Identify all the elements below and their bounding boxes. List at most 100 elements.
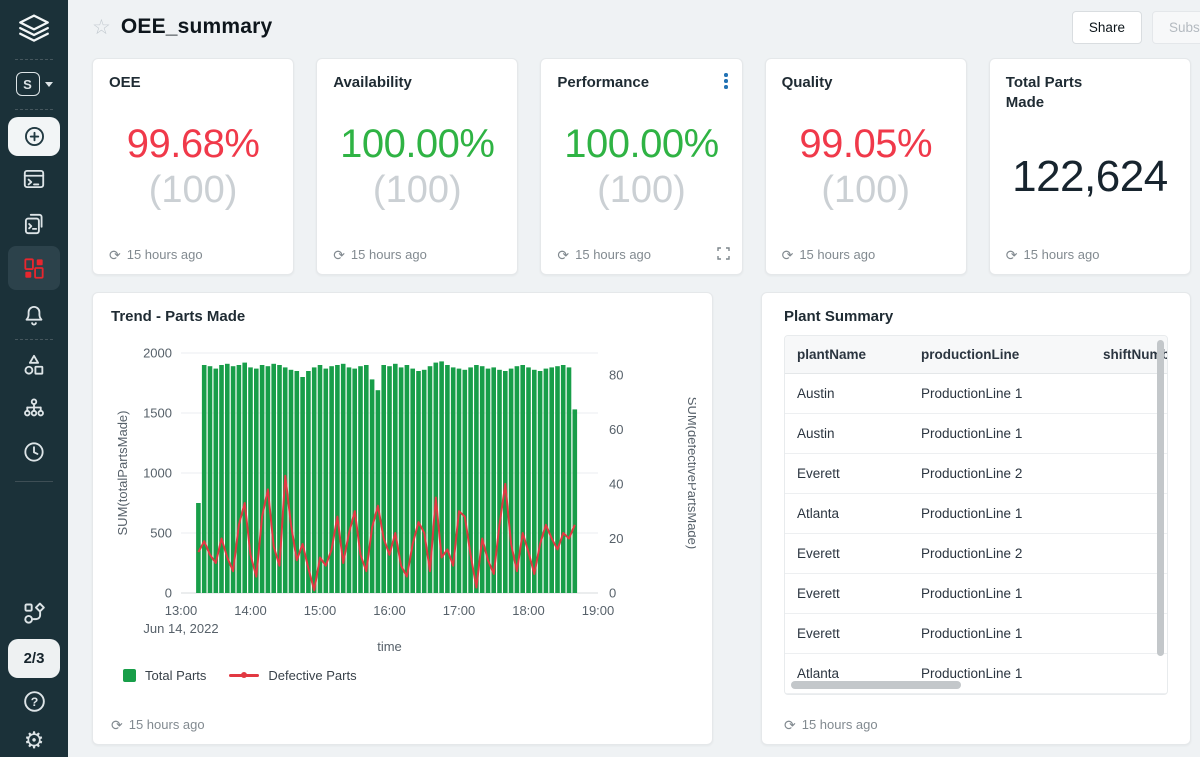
share-button[interactable]: Share bbox=[1072, 11, 1142, 44]
table-row: AustinProductionLine 1 bbox=[785, 373, 1167, 413]
table-cell bbox=[1091, 493, 1167, 533]
kpi-card-availability: Availability 100.00% (100) ⟳ 15 hours ag… bbox=[316, 58, 518, 275]
svg-text:?: ? bbox=[30, 695, 38, 709]
table-cell bbox=[1091, 453, 1167, 493]
table-header-row: plantNameproductionLineshiftNumber bbox=[785, 336, 1167, 374]
kpi-card-total-parts-made: Total Parts Made 122,624 ⟳ 15 hours ago bbox=[989, 58, 1191, 275]
refresh-status: ⟳ 15 hours ago bbox=[111, 717, 694, 732]
svg-text:16:00: 16:00 bbox=[373, 603, 406, 618]
sidebar-item-dashboards-active[interactable] bbox=[0, 246, 68, 290]
workspace-switcher[interactable]: S bbox=[0, 72, 68, 96]
svg-text:2000: 2000 bbox=[143, 345, 172, 360]
refresh-text: 15 hours ago bbox=[129, 717, 205, 732]
kpi-value: 100.00% bbox=[564, 122, 718, 167]
refresh-text: 15 hours ago bbox=[802, 717, 878, 732]
legend-label: Total Parts bbox=[145, 668, 206, 683]
plant-summary-table: plantNameproductionLineshiftNumber Austi… bbox=[784, 335, 1168, 695]
legend-label: Defective Parts bbox=[268, 668, 356, 683]
sidebar-item-settings[interactable]: ⚙ bbox=[0, 728, 68, 752]
table-cell: Atlanta bbox=[785, 493, 909, 533]
sidebar-item-data[interactable] bbox=[0, 352, 68, 378]
table-cell: ProductionLine 1 bbox=[909, 613, 1091, 653]
table-cell bbox=[1091, 613, 1167, 653]
kpi-value-block: 99.05% (100) bbox=[782, 87, 950, 248]
vertical-scrollbar[interactable] bbox=[1157, 340, 1164, 656]
kpi-card-performance: Performance 100.00% (100) ⟳ 15 hours ago bbox=[540, 58, 742, 275]
kpi-value: 99.05% bbox=[799, 122, 932, 167]
favorite-star-icon[interactable]: ☆ bbox=[92, 15, 111, 40]
svg-text:18:00: 18:00 bbox=[512, 603, 545, 618]
refresh-icon: ⟳ bbox=[784, 718, 796, 732]
bell-icon bbox=[21, 302, 47, 328]
refresh-icon: ⟳ bbox=[782, 248, 794, 262]
table-cell bbox=[1091, 533, 1167, 573]
page-indicator[interactable]: 2/3 bbox=[0, 639, 68, 678]
legend-item-total-parts[interactable]: Total Parts bbox=[123, 668, 206, 683]
refresh-icon: ⟳ bbox=[111, 718, 123, 732]
partner-connect-icon bbox=[21, 600, 48, 627]
refresh-text: 15 hours ago bbox=[1024, 247, 1100, 262]
sidebar-divider bbox=[15, 109, 53, 110]
kpi-card-quality: Quality 99.05% (100) ⟳ 15 hours ago bbox=[765, 58, 967, 275]
sidebar-item-alerts[interactable] bbox=[0, 302, 68, 328]
subscribe-button[interactable]: Subscribe bbox=[1152, 11, 1200, 44]
clock-icon bbox=[21, 439, 47, 465]
sidebar-item-help[interactable]: ? bbox=[0, 688, 68, 715]
sidebar-divider bbox=[15, 59, 53, 60]
kpi-value: 99.68% bbox=[127, 122, 260, 167]
horizontal-scrollbar[interactable] bbox=[791, 681, 961, 689]
table-row: AtlantaProductionLine 1 bbox=[785, 493, 1167, 533]
sidebar-item-queries[interactable] bbox=[0, 211, 68, 237]
sidebar-item-sql-editor[interactable] bbox=[0, 166, 68, 192]
chart-title: Trend - Parts Made bbox=[111, 307, 694, 327]
table-column-header: productionLine bbox=[909, 336, 1091, 374]
table-title: Plant Summary bbox=[784, 307, 1168, 327]
kpi-value-block: 100.00% (100) bbox=[557, 87, 725, 248]
table-cell: Everett bbox=[785, 533, 909, 573]
trend-chart[interactable]: 050010001500200002040608013:0014:0015:00… bbox=[111, 341, 694, 660]
legend-item-defective-parts[interactable]: Defective Parts bbox=[229, 668, 356, 683]
page-indicator-badge: 2/3 bbox=[8, 639, 60, 678]
expand-icon[interactable] bbox=[717, 247, 730, 260]
table-row: EverettProductionLine 2 bbox=[785, 533, 1167, 573]
table-cell: Austin bbox=[785, 373, 909, 413]
kpi-value-block: 122,624 bbox=[1006, 106, 1174, 247]
refresh-status: ⟳ 15 hours ago bbox=[109, 247, 277, 262]
sidebar-divider bbox=[15, 481, 53, 482]
main-content: ☆ OEE_summary Share Subscribe OEE 99.68%… bbox=[68, 0, 1200, 745]
refresh-text: 15 hours ago bbox=[799, 247, 875, 262]
sql-editor-icon bbox=[21, 166, 47, 192]
plant-summary-card: Plant Summary plantNameproductionLineshi… bbox=[761, 292, 1191, 745]
sidebar-item-query-history[interactable] bbox=[0, 439, 68, 465]
svg-text:60: 60 bbox=[609, 421, 623, 436]
table-cell: Everett bbox=[785, 453, 909, 493]
refresh-icon: ⟳ bbox=[557, 248, 569, 262]
kpi-row: OEE 99.68% (100) ⟳ 15 hours ago Availabi… bbox=[92, 58, 1191, 275]
table-row: EverettProductionLine 1 bbox=[785, 613, 1167, 653]
refresh-status: ⟳ 15 hours ago bbox=[1006, 247, 1174, 262]
kpi-value-block: 100.00% (100) bbox=[333, 87, 501, 248]
databricks-logo-icon[interactable] bbox=[0, 10, 68, 50]
kebab-menu-icon[interactable] bbox=[722, 71, 730, 91]
create-button[interactable] bbox=[0, 117, 68, 156]
kpi-value-block: 99.68% (100) bbox=[109, 87, 277, 248]
refresh-status: ⟳ 15 hours ago bbox=[784, 717, 1168, 732]
table-cell bbox=[1091, 653, 1167, 693]
trend-chart-svg[interactable]: 050010001500200002040608013:0014:0015:00… bbox=[111, 341, 696, 655]
refresh-text: 15 hours ago bbox=[351, 247, 427, 262]
table-cell bbox=[1091, 573, 1167, 613]
table-cell: ProductionLine 1 bbox=[909, 573, 1091, 613]
svg-text:SUM(totalPartsMade): SUM(totalPartsMade) bbox=[115, 410, 130, 535]
svg-text:500: 500 bbox=[150, 525, 172, 540]
sidebar-item-workflows[interactable] bbox=[0, 396, 68, 422]
workspace-badge: S bbox=[16, 72, 40, 96]
page-title: OEE_summary bbox=[121, 15, 273, 39]
help-icon: ? bbox=[21, 688, 48, 715]
refresh-text: 15 hours ago bbox=[127, 247, 203, 262]
table-cell: ProductionLine 1 bbox=[909, 373, 1091, 413]
svg-text:time: time bbox=[377, 639, 402, 654]
refresh-text: 15 hours ago bbox=[575, 247, 651, 262]
table-column-header: plantName bbox=[785, 336, 909, 374]
sidebar-item-partner-connect[interactable] bbox=[0, 600, 68, 627]
dashboard-header: ☆ OEE_summary Share Subscribe bbox=[92, 8, 1200, 46]
